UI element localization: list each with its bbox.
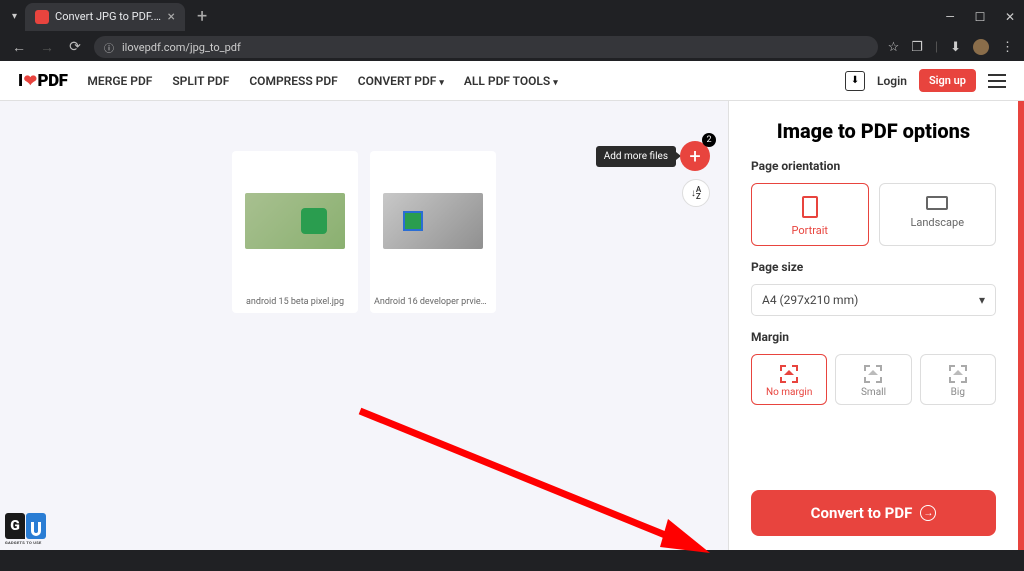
panel-title: Image to PDF options: [751, 119, 996, 143]
browser-tab-bar: ▾ Convert JPG to PDF. Images JP... × + —…: [0, 0, 1024, 33]
menu-icon[interactable]: ⋮: [1001, 40, 1014, 55]
logo[interactable]: I❤PDF: [18, 71, 67, 91]
bookmark-icon[interactable]: ☆: [888, 40, 900, 55]
forward-icon: →: [38, 39, 56, 56]
scrollbar[interactable]: [1018, 101, 1024, 550]
desktop-app-icon[interactable]: ⬇: [845, 71, 865, 91]
page-size-label: Page size: [751, 260, 996, 274]
orientation-portrait[interactable]: Portrait: [751, 183, 869, 246]
tab-title: Convert JPG to PDF. Images JP...: [55, 10, 162, 23]
sort-button[interactable]: ↓AZ: [682, 179, 710, 207]
close-icon[interactable]: ×: [168, 9, 175, 25]
back-icon[interactable]: ←: [10, 39, 28, 56]
nav-all-tools[interactable]: ALL PDF TOOLS▾: [464, 74, 558, 88]
new-tab-button[interactable]: +: [191, 6, 213, 27]
portrait-icon: [802, 196, 818, 218]
divider: |: [935, 40, 938, 55]
login-link[interactable]: Login: [877, 74, 907, 88]
file-name: Android 16 developer prview.j...: [370, 291, 496, 313]
orientation-landscape[interactable]: Landscape: [879, 183, 997, 246]
favicon-icon: [35, 10, 49, 24]
add-files-button[interactable]: 2 +: [680, 141, 710, 171]
address-bar[interactable]: ⓘ ilovepdf.com/jpg_to_pdf: [94, 36, 878, 58]
tab-dropdown-icon[interactable]: ▾: [12, 11, 17, 22]
page-size-select[interactable]: A4 (297x210 mm) ▾: [751, 284, 996, 316]
options-panel: Image to PDF options Page orientation Po…: [728, 101, 1018, 550]
arrow-annotation: [350, 401, 730, 571]
margin-label: Margin: [751, 330, 996, 344]
add-files-tooltip: Add more files: [596, 146, 676, 167]
browser-toolbar: ← → ⟳ ⓘ ilovepdf.com/jpg_to_pdf ☆ ❐ | ⬇ …: [0, 33, 1024, 61]
minimize-icon[interactable]: —: [944, 10, 956, 24]
margin-big[interactable]: Big: [920, 354, 996, 405]
arrow-right-icon: →: [920, 505, 936, 521]
file-thumbnail[interactable]: android 15 beta pixel.jpg: [232, 151, 358, 313]
maximize-icon[interactable]: ☐: [974, 10, 986, 24]
extensions-icon[interactable]: ❐: [911, 40, 923, 55]
download-icon[interactable]: ⬇: [950, 40, 961, 55]
url-text: ilovepdf.com/jpg_to_pdf: [122, 41, 241, 54]
landscape-icon: [926, 196, 948, 210]
close-window-icon[interactable]: ✕: [1004, 10, 1016, 24]
nav-split[interactable]: SPLIT PDF: [172, 74, 229, 88]
margin-none[interactable]: No margin: [751, 354, 827, 405]
thumbnail-preview: [232, 151, 358, 291]
heart-icon: ❤: [24, 71, 37, 90]
browser-tab[interactable]: Convert JPG to PDF. Images JP... ×: [25, 3, 185, 31]
nav-merge[interactable]: MERGE PDF: [87, 74, 152, 88]
menu-icon[interactable]: [988, 74, 1006, 88]
workspace-canvas: android 15 beta pixel.jpg Android 16 dev…: [0, 101, 728, 550]
site-info-icon[interactable]: ⓘ: [104, 40, 114, 55]
chevron-down-icon: ▾: [553, 78, 558, 88]
signup-button[interactable]: Sign up: [919, 69, 976, 92]
margin-small[interactable]: Small: [835, 354, 911, 405]
nav-convert[interactable]: CONVERT PDF▾: [358, 74, 444, 88]
nav-compress[interactable]: COMPRESS PDF: [249, 74, 337, 88]
file-thumbnail[interactable]: Android 16 developer prview.j...: [370, 151, 496, 313]
file-count-badge: 2: [702, 133, 716, 147]
thumbnail-preview: [370, 151, 496, 291]
watermark: G GADGETS TO USE: [5, 513, 67, 545]
site-header: I❤PDF MERGE PDF SPLIT PDF COMPRESS PDF C…: [0, 61, 1024, 101]
convert-button[interactable]: Convert to PDF →: [751, 490, 996, 536]
chevron-down-icon: ▾: [439, 78, 444, 88]
file-name: android 15 beta pixel.jpg: [232, 291, 358, 313]
orientation-label: Page orientation: [751, 159, 996, 173]
profile-icon[interactable]: [973, 39, 989, 55]
chevron-down-icon: ▾: [979, 293, 985, 307]
reload-icon[interactable]: ⟳: [66, 39, 84, 55]
